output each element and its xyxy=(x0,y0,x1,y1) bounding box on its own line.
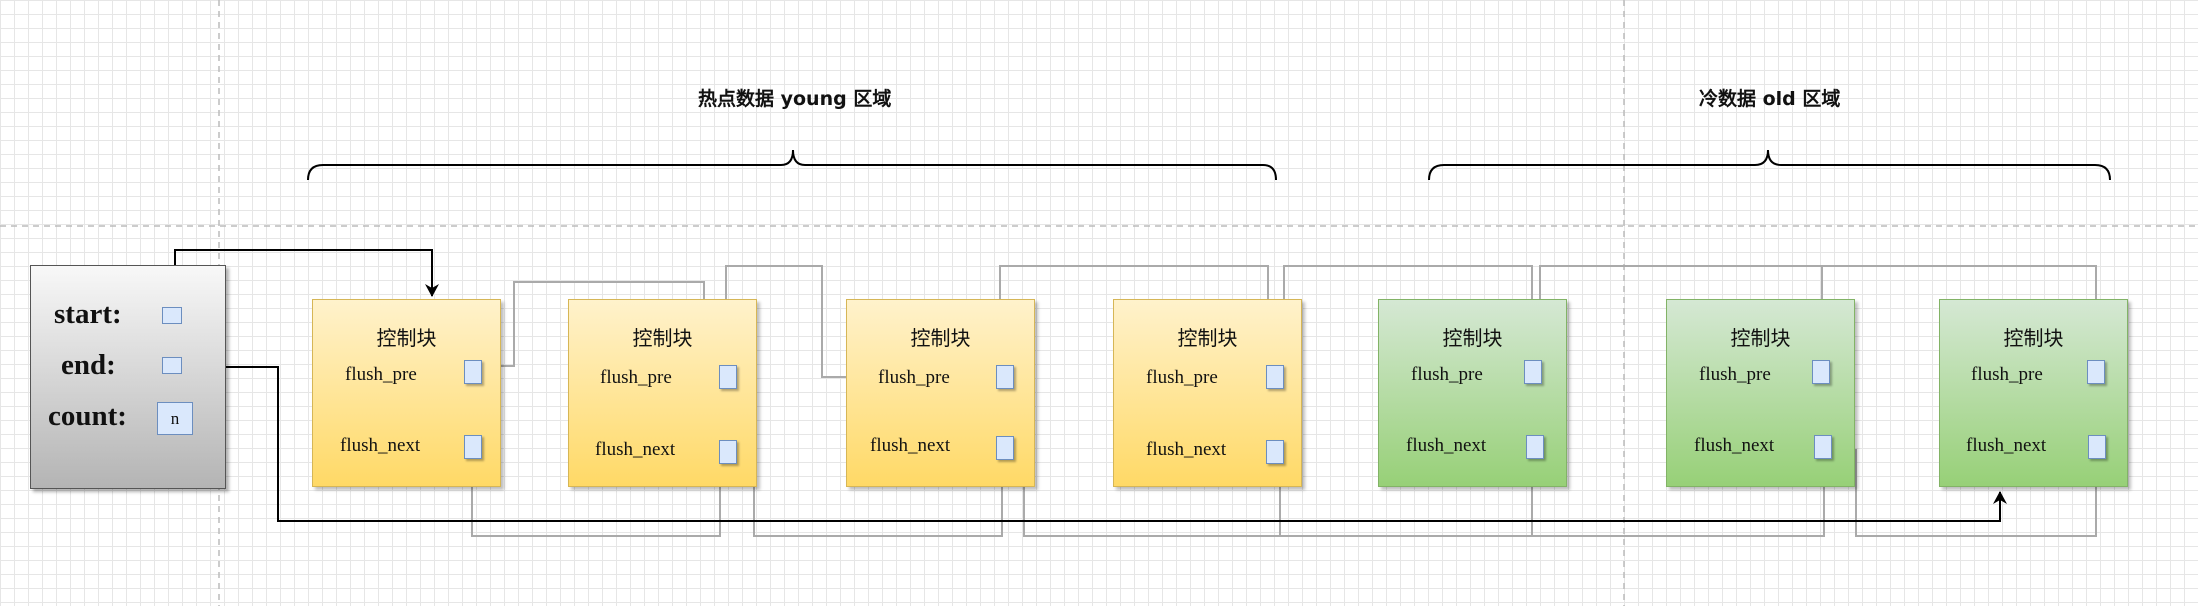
flush-next-slot xyxy=(1526,435,1544,459)
flush-pre-slot xyxy=(1812,360,1830,384)
old-region-title: 冷数据 old 区域 xyxy=(1699,88,1841,110)
control-block-4: 控制块 flush_pre flush_next xyxy=(1113,299,1302,487)
end-label: end: xyxy=(61,349,116,381)
control-block-title: 控制块 xyxy=(1730,326,1791,350)
flush-pre-slot xyxy=(996,365,1014,389)
flush-next-slot xyxy=(464,435,482,459)
flush-next-slot xyxy=(719,440,737,464)
end-pointer-slot xyxy=(162,357,182,374)
control-block-title: 控制块 xyxy=(1177,326,1238,350)
flush-pre-slot xyxy=(464,360,482,384)
flush-next-label: flush_next xyxy=(1694,435,1775,456)
flush-next-label: flush_next xyxy=(1146,439,1227,460)
start-pointer-slot xyxy=(162,307,182,324)
control-block-7: 控制块 flush_pre flush_next xyxy=(1939,299,2128,487)
flush-next-slot xyxy=(996,436,1014,460)
control-block-title: 控制块 xyxy=(2003,326,2064,350)
control-block-3: 控制块 flush_pre flush_next xyxy=(846,299,1035,487)
young-region-title: 热点数据 young 区域 xyxy=(698,88,892,110)
flush-pre-label: flush_pre xyxy=(1146,367,1218,388)
flush-next-slot xyxy=(1814,435,1832,459)
flush-pre-slot xyxy=(2087,360,2105,384)
control-block-5: 控制块 flush_pre flush_next xyxy=(1378,299,1567,487)
old-region-brace xyxy=(1428,149,2111,181)
flush-pre-label: flush_pre xyxy=(600,367,672,388)
flush-pre-slot xyxy=(1266,365,1284,389)
control-block-1: 控制块 flush_pre flush_next xyxy=(312,299,501,487)
lru-list-base-node: start: end: count: n xyxy=(30,265,226,489)
flush-pre-label: flush_pre xyxy=(345,364,417,385)
count-value: n xyxy=(170,408,180,428)
flush-pre-label: flush_pre xyxy=(1971,364,2043,385)
count-value-box: n xyxy=(157,402,193,435)
flush-pre-label: flush_pre xyxy=(1699,364,1771,385)
flush-next-label: flush_next xyxy=(870,435,951,456)
flush-next-label: flush_next xyxy=(1406,435,1487,456)
flush-next-label: flush_next xyxy=(595,439,676,460)
start-label: start: xyxy=(54,298,122,330)
flush-pre-label: flush_pre xyxy=(1411,364,1483,385)
control-block-6: 控制块 flush_pre flush_next xyxy=(1666,299,1855,487)
flush-pre-slot xyxy=(719,365,737,389)
control-block-title: 控制块 xyxy=(1442,326,1503,350)
flush-next-slot xyxy=(2088,435,2106,459)
flush-pre-label: flush_pre xyxy=(878,367,950,388)
flush-next-slot xyxy=(1266,440,1284,464)
flush-next-label: flush_next xyxy=(1966,435,2047,456)
count-label: count: xyxy=(48,400,127,432)
flush-pre-slot xyxy=(1524,360,1542,384)
control-block-title: 控制块 xyxy=(632,326,693,350)
flush-next-label: flush_next xyxy=(340,435,421,456)
control-block-2: 控制块 flush_pre flush_next xyxy=(568,299,757,487)
control-block-title: 控制块 xyxy=(910,326,971,350)
control-block-title: 控制块 xyxy=(376,326,437,350)
young-region-brace xyxy=(307,149,1277,181)
